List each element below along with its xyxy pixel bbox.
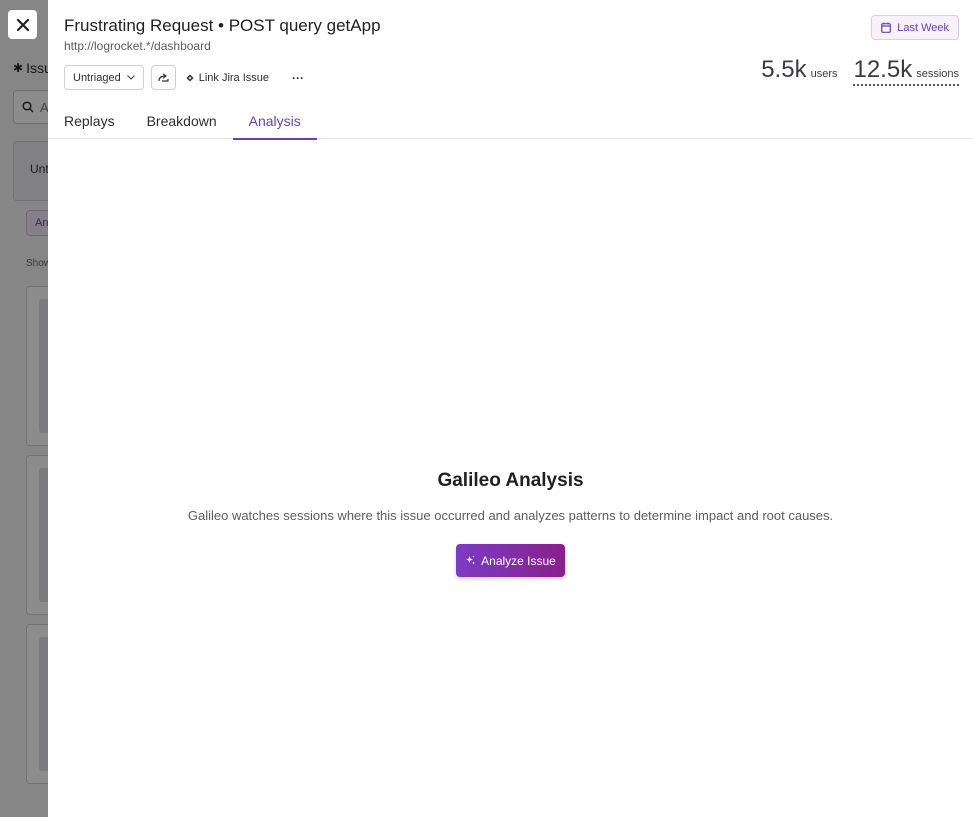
more-icon: ··· bbox=[292, 70, 305, 85]
more-options-button[interactable]: ··· bbox=[282, 65, 314, 90]
sparkle-icon bbox=[466, 555, 476, 565]
issue-url: http://logrocket.*/dashboard bbox=[64, 39, 211, 53]
sessions-count: 12.5k bbox=[853, 56, 913, 83]
issue-actions: Untriaged Link Jira Issue ··· bbox=[64, 65, 314, 90]
sessions-label: sessions bbox=[916, 68, 959, 80]
tab-analysis[interactable]: Analysis bbox=[232, 103, 317, 140]
link-jira-button[interactable]: Link Jira Issue bbox=[183, 65, 275, 90]
sessions-stat[interactable]: 12.5k sessions bbox=[853, 56, 959, 86]
jira-icon bbox=[186, 73, 194, 82]
share-button[interactable] bbox=[150, 65, 176, 90]
issue-drawer: Frustrating Request • POST query getApp … bbox=[48, 0, 973, 817]
status-label: Untriaged bbox=[73, 71, 121, 84]
calendar-icon bbox=[881, 22, 892, 33]
share-icon bbox=[158, 73, 169, 82]
tab-breakdown[interactable]: Breakdown bbox=[131, 103, 233, 139]
tab-replays[interactable]: Replays bbox=[48, 103, 131, 139]
date-range-button[interactable]: Last Week bbox=[871, 15, 959, 40]
users-count: 5.5k bbox=[761, 56, 807, 83]
users-stat: 5.5k users bbox=[761, 56, 837, 84]
analysis-title: Galileo Analysis bbox=[437, 470, 584, 491]
issue-tabs: Replays Breakdown Analysis bbox=[48, 103, 973, 140]
status-dropdown[interactable]: Untriaged bbox=[64, 65, 144, 90]
issue-stats: 5.5k users 12.5k sessions bbox=[761, 56, 959, 86]
close-button[interactable] bbox=[8, 10, 37, 39]
analysis-description: Galileo watches sessions where this issu… bbox=[187, 508, 834, 523]
issue-title: Frustrating Request • POST query getApp bbox=[64, 16, 381, 35]
users-label: users bbox=[810, 68, 838, 80]
analyze-issue-label: Analyze Issue bbox=[481, 553, 556, 568]
date-range-label: Last Week bbox=[897, 21, 949, 34]
analysis-empty-state: Galileo Analysis Galileo watches session… bbox=[48, 470, 973, 577]
close-icon bbox=[16, 18, 29, 31]
chevron-down-icon bbox=[126, 75, 135, 80]
analyze-issue-button[interactable]: Analyze Issue bbox=[456, 544, 565, 577]
link-jira-label: Link Jira Issue bbox=[198, 71, 270, 84]
